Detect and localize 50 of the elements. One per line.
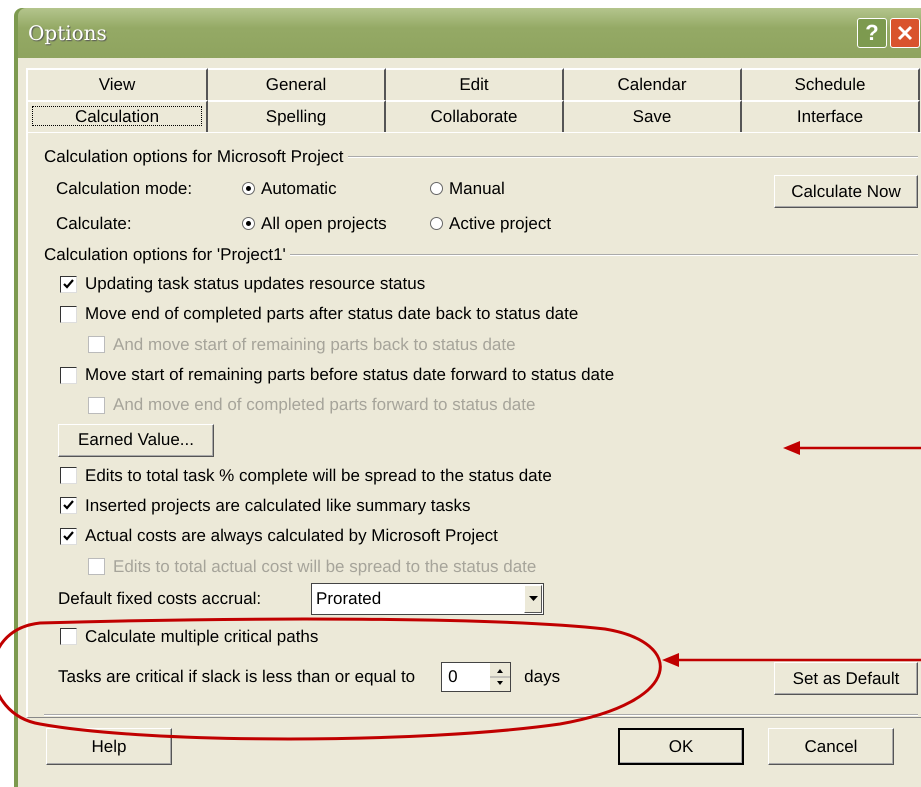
checkbox-option[interactable]: Updating task status updates resource status xyxy=(44,269,918,300)
checkbox[interactable] xyxy=(60,497,77,514)
checkbox[interactable] xyxy=(60,467,77,484)
checkbox-option[interactable]: Move end of completed parts after status date back to status date xyxy=(44,299,918,330)
tab[interactable]: Collaborate xyxy=(386,100,564,132)
checkbox-option[interactable]: Edits to total task % complete will be spread to the status date xyxy=(44,460,918,491)
spin-arrows-icon[interactable] xyxy=(490,662,510,691)
checkbox[interactable] xyxy=(60,366,77,384)
accrual-dropdown[interactable]: Prorated xyxy=(311,582,544,615)
radio-button[interactable] xyxy=(242,182,255,195)
checkbox-option[interactable]: Inserted projects are calculated like summary tasks xyxy=(44,490,918,522)
checkbox[interactable] xyxy=(60,628,77,646)
tab[interactable]: Calendar xyxy=(564,68,742,100)
tab[interactable]: Spelling xyxy=(208,100,386,132)
set-as-default-button[interactable]: Set as Default xyxy=(774,662,918,696)
tab[interactable]: General xyxy=(208,68,386,100)
radio-option[interactable]: Manual xyxy=(430,178,618,198)
tab[interactable]: Interface xyxy=(742,100,920,132)
checkbox-option[interactable]: Calculate multiple critical paths xyxy=(44,622,918,652)
checkbox[interactable] xyxy=(60,528,77,545)
field-label: Calculation mode: xyxy=(56,178,194,198)
checkbox[interactable] xyxy=(60,306,77,323)
calculate-now-button[interactable]: Calculate Now xyxy=(774,175,918,208)
tab[interactable]: Save xyxy=(564,100,742,132)
field-label: Calculate: xyxy=(56,214,133,234)
cancel-button[interactable]: Cancel xyxy=(768,728,894,765)
help-button[interactable]: Help xyxy=(46,728,172,765)
tab[interactable]: View xyxy=(26,68,208,100)
radio-button[interactable] xyxy=(430,217,443,230)
radio-button[interactable] xyxy=(242,217,255,230)
tab[interactable]: Edit xyxy=(386,68,564,100)
window-title: Options xyxy=(28,21,108,45)
group-title: Calculation options for 'Project1' xyxy=(44,245,286,265)
radio-option[interactable]: Active project xyxy=(430,214,618,234)
radio-option[interactable]: All open projects xyxy=(242,214,430,234)
ok-button[interactable]: OK xyxy=(618,728,744,765)
checkbox-option[interactable]: Actual costs are always calculated by Microsoft Project xyxy=(44,521,918,552)
group-title: Calculation options for Microsoft Project xyxy=(44,147,344,167)
unit-label: days xyxy=(524,666,560,687)
close-icon[interactable] xyxy=(897,25,913,41)
checkbox-option[interactable]: Move start of remaining parts before status date forward to status date xyxy=(44,360,918,390)
radio-button[interactable] xyxy=(430,182,443,195)
field-label: Tasks are critical if slack is less than or equal to xyxy=(58,666,416,687)
radio-option[interactable]: Automatic xyxy=(242,178,430,198)
close-button[interactable] xyxy=(890,18,920,48)
checkbox[interactable] xyxy=(60,276,77,293)
tab[interactable]: Calculation xyxy=(26,100,208,132)
earned-value-button[interactable]: Earned Value... xyxy=(58,424,214,457)
tab[interactable]: Schedule xyxy=(742,68,920,100)
field-label: Default fixed costs accrual: xyxy=(58,588,262,609)
